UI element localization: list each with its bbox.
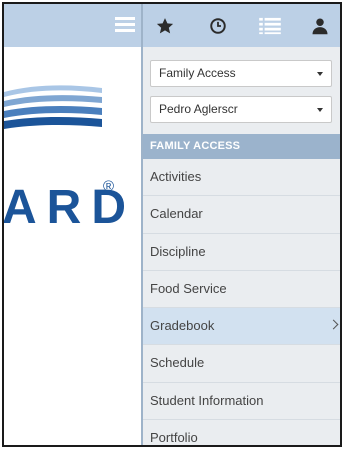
chevron-right-icon <box>328 319 339 330</box>
menu-item-label: Portfolio <box>150 430 198 446</box>
star-icon[interactable] <box>154 15 176 37</box>
menu-item-label: Schedule <box>150 355 205 371</box>
logo-wordmark: ARD <box>2 181 136 234</box>
menu-item-activities[interactable]: Activities <box>143 159 340 197</box>
menu-item-schedule[interactable]: Schedule <box>143 345 340 383</box>
menu-item-gradebook[interactable]: Gradebook <box>143 308 340 346</box>
menu-item-label: Gradebook <box>150 318 215 334</box>
chevron-down-icon <box>317 108 323 112</box>
chevron-down-icon <box>317 72 323 76</box>
menu-item-student-information[interactable]: Student Information <box>143 382 340 421</box>
nav-toolbar <box>143 4 340 47</box>
access-select[interactable]: Family Access <box>150 60 332 87</box>
list-icon[interactable] <box>259 15 281 37</box>
menu-item-portfolio[interactable]: Portfolio <box>143 420 340 446</box>
user-icon[interactable] <box>309 15 331 37</box>
nav-menu: Activities Calendar Discipline Food Serv… <box>143 159 340 446</box>
menu-item-label: Calendar <box>150 206 203 222</box>
menu-item-food-service[interactable]: Food Service <box>143 270 340 309</box>
menu-item-label: Activities <box>150 169 202 184</box>
menu-item-label: Discipline <box>150 243 206 259</box>
main-header <box>4 4 141 47</box>
section-header: FAMILY ACCESS <box>143 134 340 159</box>
hamburger-menu-icon[interactable] <box>115 17 135 33</box>
main-pane: ARD ® <box>4 4 141 445</box>
access-select-value: Family Access <box>159 66 236 80</box>
menu-item-label: Food Service <box>150 280 227 296</box>
app-frame: ARD ® Family Access Pedro Aglerscr FAMIL… <box>2 2 342 447</box>
clock-icon[interactable] <box>207 15 229 37</box>
menu-item-calendar[interactable]: Calendar <box>143 196 340 234</box>
menu-item-label: Student Information <box>150 392 264 408</box>
menu-item-discipline[interactable]: Discipline <box>143 233 340 271</box>
student-select[interactable]: Pedro Aglerscr <box>150 96 332 123</box>
student-select-value: Pedro Aglerscr <box>159 102 238 116</box>
registered-mark: ® <box>103 178 115 195</box>
navigation-panel: Family Access Pedro Aglerscr FAMILY ACCE… <box>141 4 340 445</box>
logo-stripes <box>4 85 102 129</box>
